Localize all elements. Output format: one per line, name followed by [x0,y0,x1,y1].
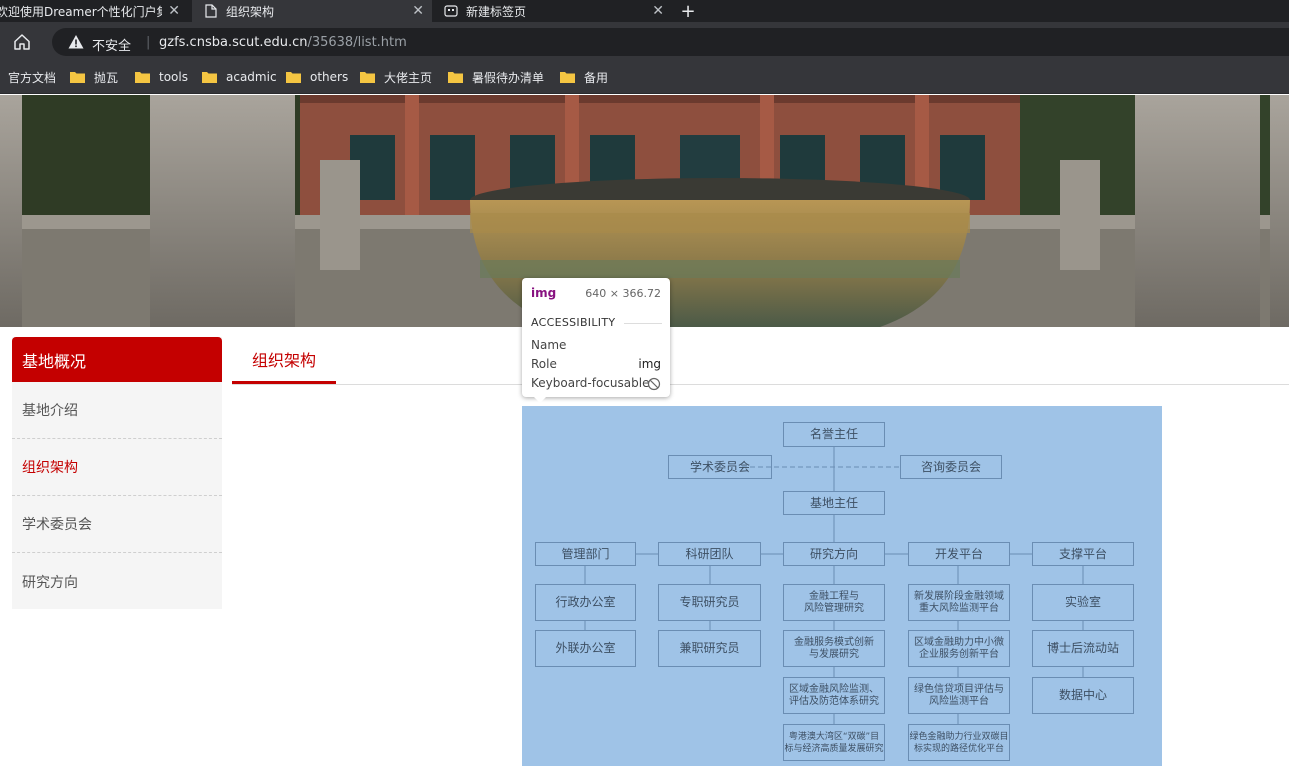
org-node-research-directions: 研究方向 [783,542,885,566]
org-node-management: 管理部门 [535,542,636,566]
close-tab-icon[interactable]: ✕ [412,3,424,19]
folder-icon [135,71,150,83]
sidebar-item-intro[interactable]: 基地介绍 [12,382,222,439]
new-tab-button[interactable]: + [677,0,699,22]
folder-icon [360,71,375,83]
content-title-tab: 组织架构 [232,337,336,384]
url-host: gzfs.cnsba.scut.edu.cn [159,35,308,50]
tab-org-structure[interactable]: 组织架构 ✕ [192,0,432,22]
bookmark-folder[interactable]: 大佬主页 [360,68,432,86]
bookmark-label: 大佬主页 [384,70,433,85]
org-node-honorary-director: 名誉主任 [783,422,885,447]
org-node-admin-office: 行政办公室 [535,584,636,621]
org-node-external-office: 外联办公室 [535,630,636,667]
tooltip-section-title: ACCESSIBILITY [531,316,616,329]
tab-strip: 欢迎使用Dreamer个性化门户集群 ✕ 组织架构 ✕ 新建标签页 ✕ + [0,0,1289,22]
org-node-support-platforms: 支撑平台 [1032,542,1134,566]
org-node-platform-4: 绿色金融助力行业双碳目 标实现的路径优化平台 [908,724,1010,761]
tooltip-row-label: Name [531,338,567,352]
org-node-dev-platforms: 开发平台 [908,542,1010,566]
tab-title: 欢迎使用Dreamer个性化门户集群 [0,4,162,19]
bookmark-folder[interactable]: 备用 [560,68,608,86]
org-node-platform-1: 新发展阶段金融领域 重大风险监测平台 [908,584,1010,621]
bookmark-label: 抛瓦 [94,70,119,85]
bookmark-folder[interactable]: others [286,68,348,86]
url-text[interactable]: gzfs.cnsba.scut.edu.cn/35638/list.htm [159,35,407,50]
org-node-lab: 实验室 [1032,584,1134,621]
content-divider [232,384,1289,385]
org-node-academic-committee: 学术委员会 [668,455,772,479]
sidebar-item-research-directions[interactable]: 研究方向 [12,553,222,610]
page-icon [204,4,218,18]
bookmark-folder[interactable]: tools [135,68,188,86]
org-node-platform-3: 绿色信贷项目评估与 风险监测平台 [908,677,1010,714]
browser-toolbar: 不安全 | gzfs.cnsba.scut.edu.cn/35638/list.… [0,22,1289,60]
folder-icon [202,71,217,83]
bookmarks-bar: 官方文档 抛瓦 tools acadmic others 大佬主页 暑假待办清单… [0,60,1289,94]
warning-icon[interactable] [68,34,84,50]
sidebar-item-org-structure[interactable]: 组织架构 [12,439,222,496]
bookmark-folder[interactable]: 暑假待办清单 [448,68,544,86]
home-icon[interactable] [12,32,32,52]
tooltip-dimensions: 640 × 366.72 [585,287,661,300]
org-node-advisory-committee: 咨询委员会 [900,455,1002,479]
devtools-inspect-tooltip: img 640 × 366.72 ACCESSIBILITY Name Role… [522,278,670,397]
folder-icon [286,71,301,83]
tooltip-row-label: Role [531,357,557,371]
tooltip-arrow [533,396,547,403]
tooltip-tag-name: img [531,286,557,300]
url-separator: | [146,35,151,50]
bookmark-official-docs[interactable]: 官方文档 [8,68,56,86]
folder-icon [560,71,575,83]
bookmark-label: acadmic [226,70,277,84]
tab-title: 新建标签页 [466,4,527,19]
not-allowed-icon [647,377,661,391]
bookmark-label: 官方文档 [8,70,57,85]
tab-new-tab[interactable]: 新建标签页 ✕ [432,0,672,22]
tab-title: 组织架构 [226,4,275,19]
org-node-postdoc-station: 博士后流动站 [1032,630,1134,667]
bookmark-folder[interactable]: acadmic [202,68,277,86]
org-node-fulltime-researcher: 专职研究员 [658,584,761,621]
org-chart-image: 名誉主任 学术委员会 咨询委员会 基地主任 管理部门 科研团队 研究方向 开发平… [522,406,1162,766]
org-node-platform-2: 区域金融助力中小微 企业服务创新平台 [908,630,1010,667]
org-node-direction-1: 金融工程与 风险管理研究 [783,584,885,621]
org-node-direction-2: 金融服务模式创新 与发展研究 [783,630,885,667]
org-node-research-team: 科研团队 [658,542,761,566]
security-label[interactable]: 不安全 [92,35,131,54]
close-tab-icon[interactable]: ✕ [652,3,664,19]
folder-icon [448,71,463,83]
tab-dreamer[interactable]: 欢迎使用Dreamer个性化门户集群 ✕ [0,0,188,22]
org-node-direction-4: 粤港澳大湾区“双碳”目 标与经济高质量发展研究 [783,724,885,761]
bookmark-label: tools [159,70,188,84]
bookmark-folder[interactable]: 抛瓦 [70,68,118,86]
tooltip-row-label: Keyboard-focusable [531,376,650,390]
org-node-data-center: 数据中心 [1032,677,1134,714]
bookmark-label: others [310,70,349,84]
bookmark-label: 备用 [584,70,609,85]
tooltip-section-rule [624,323,662,324]
sidebar-item-academic-committee[interactable]: 学术委员会 [12,496,222,553]
org-node-direction-3: 区域金融风险监测、 评估及防范体系研究 [783,677,885,714]
org-node-parttime-researcher: 兼职研究员 [658,630,761,667]
org-node-base-director: 基地主任 [783,491,885,515]
sidebar-title: 基地概况 [12,337,222,382]
sidebar: 基地概况 基地介绍 组织架构 学术委员会 研究方向 [12,337,222,609]
newtab-page-icon [444,4,458,18]
url-path: /35638/list.htm [307,35,407,50]
folder-icon [70,71,85,83]
bookmark-label: 暑假待办清单 [472,70,545,85]
close-tab-icon[interactable]: ✕ [168,3,180,19]
tooltip-row-value: img [638,357,661,371]
